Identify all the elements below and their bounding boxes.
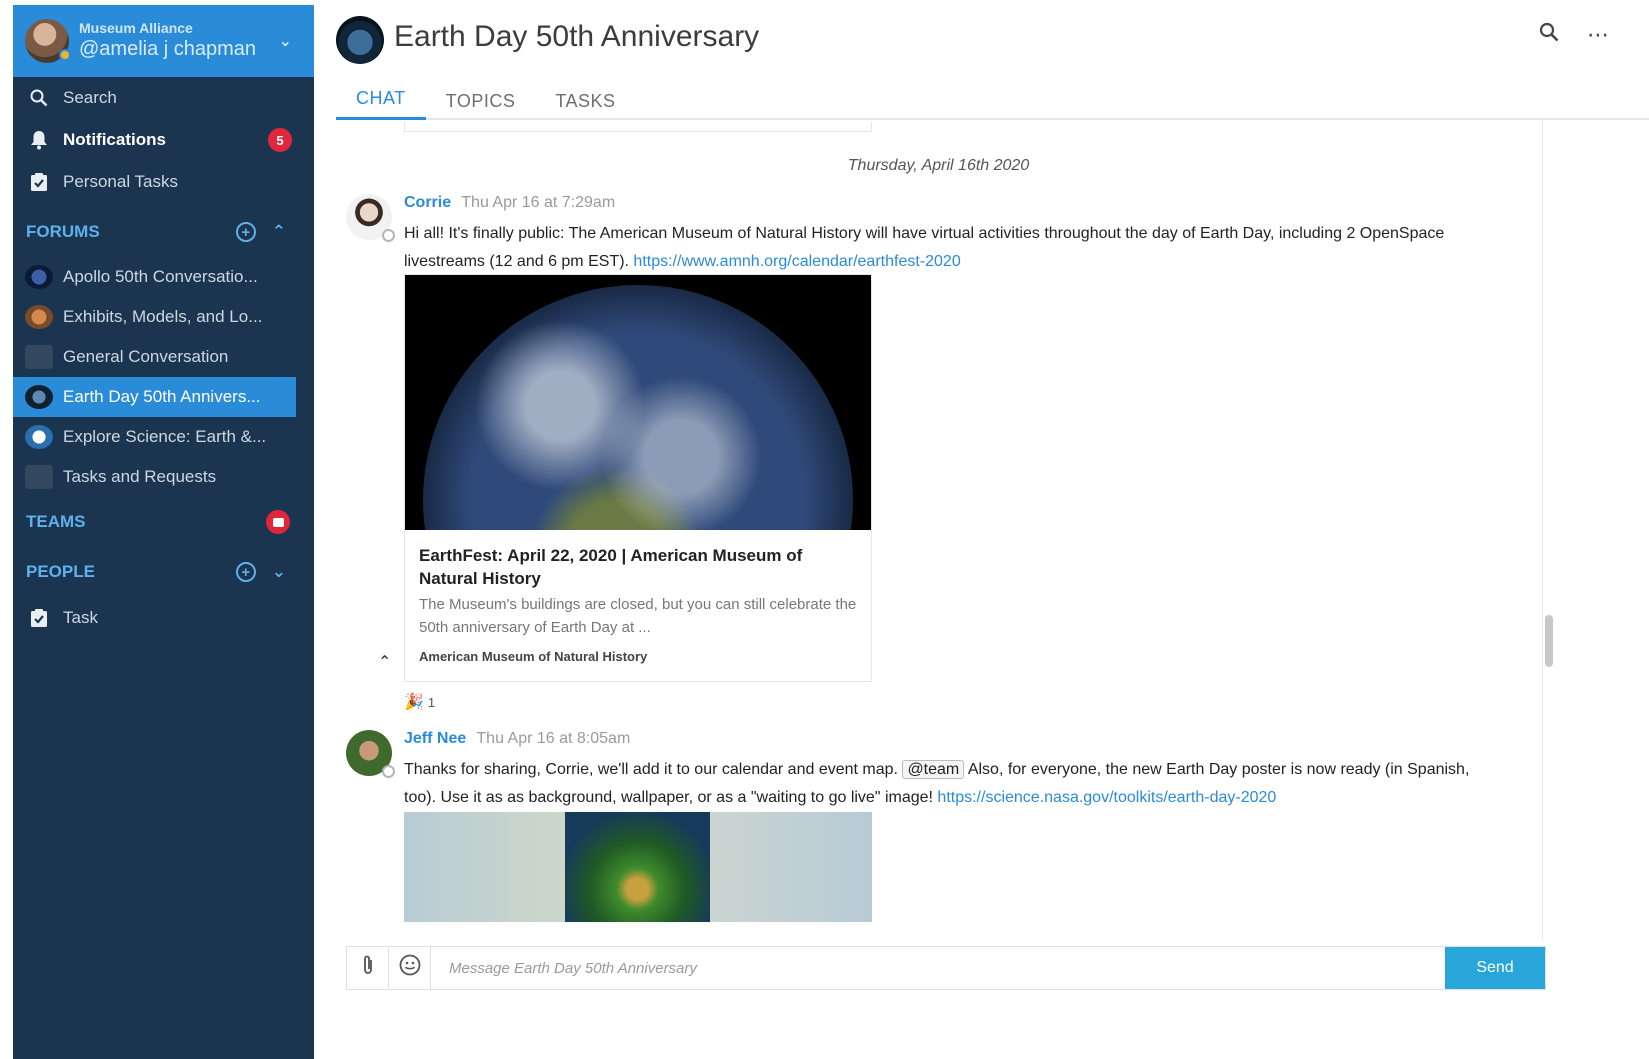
forum-label: Explore Science: Earth &...	[63, 427, 267, 446]
channel-title: Earth Day 50th Anniversary	[394, 20, 760, 53]
reaction[interactable]: 🎉 1	[404, 692, 435, 712]
nav-personal-tasks[interactable]: Personal Tasks	[13, 161, 314, 203]
forum-label: Earth Day 50th Annivers...	[63, 387, 261, 406]
channel-avatar	[336, 16, 384, 64]
nav-search-label: Search	[63, 88, 117, 107]
channel-tabs: CHAT TOPICS TASKS	[336, 82, 636, 120]
message-input[interactable]	[431, 947, 1445, 989]
preview-description: The Museum's buildings are closed, but y…	[419, 596, 857, 636]
people-item-task[interactable]: Task	[13, 597, 314, 639]
message-timestamp: Thu Apr 16 at 8:05am	[476, 730, 631, 747]
nav-notifications-label: Notifications	[63, 130, 166, 149]
forum-item[interactable]: Apollo 50th Conversatio...	[13, 257, 314, 297]
message: Jeff Nee Thu Apr 16 at 8:05am Thanks for…	[346, 730, 1536, 810]
message-author[interactable]: Jeff Nee	[404, 730, 466, 747]
emoji-button[interactable]	[389, 947, 431, 989]
message-timestamp: Thu Apr 16 at 7:29am	[461, 194, 616, 211]
message-body: Thanks for sharing, Corrie, we'll add it…	[404, 761, 898, 778]
mention-tag[interactable]: @team	[902, 760, 965, 779]
forum-label: Exhibits, Models, and Lo...	[63, 307, 263, 326]
message-author[interactable]: Corrie	[404, 194, 451, 211]
forum-item[interactable]: Explore Science: Earth &...	[13, 417, 314, 457]
forum-label: General Conversation	[63, 347, 229, 366]
previous-card-edge	[404, 122, 872, 132]
message-stream: Thursday, April 16th 2020 Corrie Thu Apr…	[336, 122, 1541, 922]
attach-button[interactable]	[347, 947, 389, 989]
search-icon[interactable]	[1539, 22, 1559, 48]
username: @amelia j chapman	[79, 38, 257, 61]
notifications-count-badge: 5	[268, 128, 292, 152]
people-heading: PEOPLE	[26, 562, 95, 581]
nav-search[interactable]: Search	[13, 77, 314, 119]
message-composer: Send	[346, 946, 1546, 990]
channel-header: Earth Day 50th Anniversary ⋯ CHAT TOPICS…	[336, 0, 1649, 120]
teams-heading: TEAMS	[26, 512, 86, 531]
reaction-count: 1	[427, 694, 436, 710]
clipboard-check-icon	[27, 170, 51, 194]
tab-tasks[interactable]: TASKS	[535, 82, 635, 120]
forum-thumbnail	[25, 345, 53, 369]
offline-status-dot	[382, 229, 395, 242]
forum-thumbnail	[25, 385, 53, 409]
river-delta-image	[565, 812, 710, 922]
people-item-label: Task	[63, 608, 98, 627]
preview-title[interactable]: EarthFest: April 22, 2020 | American Mus…	[419, 544, 857, 590]
forum-item[interactable]: Tasks and Requests	[13, 457, 314, 497]
avatar[interactable]	[346, 194, 395, 242]
forum-label: Apollo 50th Conversatio...	[63, 267, 258, 286]
tab-topics[interactable]: TOPICS	[426, 82, 536, 120]
forums-section-header: FORUMS + ⌃	[13, 207, 314, 257]
forum-item[interactable]: Exhibits, Models, and Lo...	[13, 297, 314, 337]
smiley-icon	[399, 954, 421, 982]
people-section-header: PEOPLE + ⌄	[13, 547, 314, 597]
forum-thumbnail	[25, 305, 53, 329]
offline-status-dot	[382, 765, 395, 778]
earth-globe-image	[423, 285, 853, 530]
teams-unread-icon	[266, 510, 290, 534]
scrollbar-thumb[interactable]	[1545, 615, 1553, 667]
party-popper-icon: 🎉	[404, 694, 424, 711]
chevron-up-icon[interactable]: ⌃	[378, 652, 391, 672]
avatar[interactable]	[346, 730, 395, 778]
clipboard-check-icon	[27, 606, 51, 630]
teams-section-header[interactable]: TEAMS	[13, 497, 314, 547]
sidebar: Museum Alliance @amelia j chapman ⌄ Sear…	[13, 5, 314, 1059]
poster-image-preview[interactable]	[404, 812, 872, 922]
message-link[interactable]: https://www.amnh.org/calendar/earthfest-…	[633, 253, 960, 270]
nav-personal-tasks-label: Personal Tasks	[63, 172, 178, 191]
forum-thumbnail	[25, 265, 53, 289]
preview-image	[405, 275, 871, 530]
message-text: Hi all! It's finally public: The America…	[404, 220, 1504, 276]
add-person-icon[interactable]: +	[235, 562, 256, 582]
paperclip-icon	[361, 954, 375, 982]
tab-chat[interactable]: CHAT	[336, 82, 426, 120]
chevron-down-icon[interactable]: ⌄	[279, 31, 292, 51]
search-icon	[27, 86, 51, 110]
forum-thumbnail	[25, 425, 53, 449]
nav-notifications[interactable]: Notifications 5	[13, 119, 314, 161]
more-options-icon[interactable]: ⋯	[1587, 22, 1609, 48]
chevron-down-icon[interactable]: ⌄	[272, 562, 286, 582]
forum-item[interactable]: General Conversation	[13, 337, 314, 377]
main-panel: Earth Day 50th Anniversary ⋯ CHAT TOPICS…	[314, 0, 1649, 1059]
preview-source: American Museum of Natural History	[419, 649, 648, 664]
forum-thumbnail	[25, 465, 53, 489]
link-preview-card[interactable]: EarthFest: April 22, 2020 | American Mus…	[404, 274, 872, 682]
divider	[1542, 120, 1543, 940]
add-forum-icon[interactable]: +	[235, 222, 256, 242]
away-status-dot	[59, 49, 71, 61]
message-text: Thanks for sharing, Corrie, we'll add it…	[404, 756, 1504, 812]
forums-heading: FORUMS	[26, 222, 100, 241]
org-name: Museum Alliance	[79, 19, 193, 36]
user-avatar	[25, 19, 71, 63]
bell-icon	[27, 128, 51, 152]
message-link[interactable]: https://science.nasa.gov/toolkits/earth-…	[937, 789, 1276, 806]
forum-label: Tasks and Requests	[63, 467, 217, 486]
chevron-up-icon[interactable]: ⌃	[272, 222, 286, 242]
workspace-switcher[interactable]: Museum Alliance @amelia j chapman ⌄	[13, 5, 314, 77]
send-button[interactable]: Send	[1445, 947, 1545, 989]
forum-item-active[interactable]: Earth Day 50th Annivers...	[13, 377, 296, 417]
date-separator: Thursday, April 16th 2020	[847, 157, 1030, 174]
